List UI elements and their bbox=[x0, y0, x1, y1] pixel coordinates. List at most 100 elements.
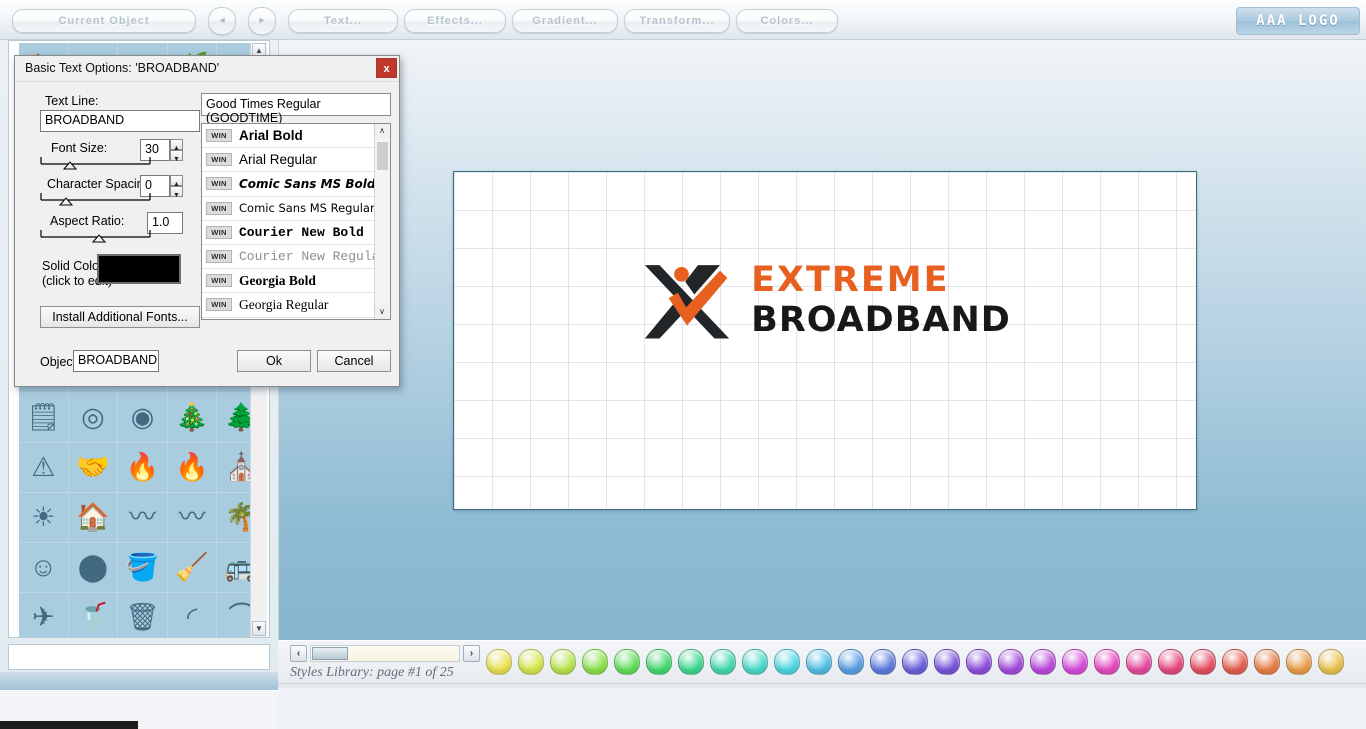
font-list-item[interactable]: WIN Comic Sans MS Bold bbox=[202, 172, 390, 197]
pager-thumb[interactable] bbox=[312, 647, 348, 660]
pager-track[interactable] bbox=[310, 645, 460, 662]
pager-next-button[interactable]: › bbox=[463, 645, 480, 662]
font-list-item-label: Georgia Bold bbox=[239, 272, 316, 288]
shape-name-input[interactable] bbox=[8, 644, 270, 670]
close-icon[interactable]: x bbox=[376, 58, 397, 78]
next-object-button[interactable]: ► bbox=[248, 7, 276, 35]
color-swatch[interactable] bbox=[902, 649, 928, 675]
color-swatch[interactable] bbox=[1286, 649, 1312, 675]
color-swatch[interactable] bbox=[1318, 649, 1344, 675]
shape-cell[interactable]: ◎ bbox=[68, 393, 119, 443]
prev-object-button[interactable]: ◄ bbox=[208, 7, 236, 35]
color-swatch[interactable] bbox=[1158, 649, 1184, 675]
design-canvas[interactable]: EXTREME BROADBAND bbox=[453, 171, 1197, 510]
font-scroll-thumb[interactable] bbox=[377, 142, 388, 170]
cancel-button[interactable]: Cancel bbox=[317, 350, 391, 372]
toolbar-button-transform[interactable]: Transform... bbox=[624, 9, 730, 33]
shape-cell[interactable]: ✈ bbox=[19, 593, 69, 637]
dialog-title-bar[interactable]: Basic Text Options: 'BROADBAND' x bbox=[15, 56, 399, 82]
color-swatch[interactable] bbox=[646, 649, 672, 675]
color-swatch[interactable] bbox=[1094, 649, 1120, 675]
text-line-input[interactable]: BROADBAND bbox=[40, 110, 200, 132]
font-list-item[interactable]: WIN Courier New Bold bbox=[202, 221, 390, 245]
color-swatch[interactable] bbox=[582, 649, 608, 675]
shape-cell[interactable]: ⚠ bbox=[19, 443, 69, 493]
shape-cell[interactable]: 🔥 bbox=[167, 443, 218, 493]
font-list-item[interactable]: WIN Georgia Bold bbox=[202, 269, 390, 294]
aspect-ratio-label: Aspect Ratio: bbox=[50, 214, 125, 228]
shape-cell[interactable]: ◜ bbox=[168, 593, 218, 637]
shape-cell[interactable]: 〰 bbox=[118, 493, 168, 543]
windows-font-tag: WIN bbox=[206, 153, 232, 167]
shape-cell[interactable]: 🥤 bbox=[69, 593, 119, 637]
windows-font-tag: WIN bbox=[206, 225, 232, 239]
font-list[interactable]: WIN Arial Bold WIN Arial Regular WIN Comic Sa… bbox=[201, 123, 391, 320]
shape-cell[interactable]: 🔥 bbox=[118, 443, 168, 493]
shape-cell[interactable]: 🏠 bbox=[68, 493, 119, 543]
color-swatch[interactable] bbox=[486, 649, 512, 675]
font-list-item-label: Courier New Bold bbox=[239, 224, 364, 240]
selected-font-preview[interactable]: Good Times Regular (GOODTIME) bbox=[201, 93, 391, 125]
color-swatch[interactable] bbox=[870, 649, 896, 675]
color-swatch[interactable] bbox=[678, 649, 704, 675]
shape-cell[interactable]: 🗑 bbox=[118, 593, 168, 637]
font-scroll-down-button[interactable]: ∨ bbox=[375, 305, 389, 319]
font-scroll-up-button[interactable]: ∧ bbox=[375, 124, 389, 138]
shape-cell[interactable]: 🗒 bbox=[19, 393, 69, 443]
color-swatch[interactable] bbox=[934, 649, 960, 675]
color-swatch[interactable] bbox=[1062, 649, 1088, 675]
styles-library-pager[interactable]: ‹ › bbox=[290, 645, 480, 663]
shape-cell[interactable]: 🪣 bbox=[118, 543, 168, 593]
font-list-item[interactable]: WIN Arial Bold bbox=[202, 124, 390, 149]
shape-cell[interactable]: ⬤ bbox=[68, 543, 119, 593]
color-swatch[interactable] bbox=[1126, 649, 1152, 675]
color-swatch[interactable] bbox=[966, 649, 992, 675]
logo-artwork[interactable]: EXTREME BROADBAND bbox=[464, 250, 1188, 350]
toolbar-button-effects[interactable]: Effects... bbox=[404, 9, 506, 33]
color-swatch[interactable] bbox=[742, 649, 768, 675]
basic-text-options-dialog[interactable]: Basic Text Options: 'BROADBAND' x Text L… bbox=[14, 55, 400, 387]
shape-cell[interactable]: 〰 bbox=[167, 493, 218, 543]
font-list-item[interactable]: WIN Courier New Regular bbox=[202, 245, 390, 270]
font-size-spin-up[interactable]: ▲ bbox=[170, 139, 183, 152]
shapes-scroll-down-button[interactable]: ▼ bbox=[252, 621, 266, 636]
color-swatch[interactable] bbox=[806, 649, 832, 675]
color-swatch[interactable] bbox=[614, 649, 640, 675]
font-list-item-label: Comic Sans MS Bold bbox=[239, 176, 376, 191]
character-spacing-spin-down[interactable]: ▼ bbox=[170, 186, 183, 199]
character-spacing-label: Character Spacing: bbox=[47, 177, 155, 191]
color-swatch[interactable] bbox=[998, 649, 1024, 675]
color-swatch[interactable] bbox=[1222, 649, 1248, 675]
character-spacing-spin-up[interactable]: ▲ bbox=[170, 175, 183, 188]
font-list-scrollbar[interactable]: ∧ ∨ bbox=[374, 124, 390, 319]
color-swatch[interactable] bbox=[710, 649, 736, 675]
color-swatch[interactable] bbox=[1254, 649, 1280, 675]
object-name-input[interactable]: BROADBAND bbox=[73, 350, 159, 372]
font-list-rows[interactable]: WIN Arial Bold WIN Arial Regular WIN Comic Sa… bbox=[202, 124, 390, 318]
toolbar-button-colors[interactable]: Colors... bbox=[736, 9, 838, 33]
aspect-ratio-input[interactable]: 1.0 bbox=[147, 212, 183, 234]
ok-button[interactable]: Ok bbox=[237, 350, 311, 372]
color-swatch[interactable] bbox=[774, 649, 800, 675]
font-size-spin-down[interactable]: ▼ bbox=[170, 150, 183, 163]
toolbar-button-current-object[interactable]: Current Object bbox=[12, 9, 196, 33]
shape-cell[interactable]: ☺ bbox=[19, 543, 69, 593]
color-swatch[interactable] bbox=[518, 649, 544, 675]
font-list-item[interactable]: WIN Comic Sans MS Regular bbox=[202, 197, 390, 221]
color-swatch[interactable] bbox=[1030, 649, 1056, 675]
shape-cell[interactable]: 🤝 bbox=[68, 443, 119, 493]
font-list-item[interactable]: WIN Arial Regular bbox=[202, 148, 390, 173]
font-list-item[interactable]: WIN Georgia Regular bbox=[202, 293, 390, 318]
toolbar-button-gradient[interactable]: Gradient... bbox=[512, 9, 618, 33]
shape-cell[interactable]: ◉ bbox=[118, 393, 168, 443]
shape-cell[interactable]: 🎄 bbox=[167, 393, 218, 443]
color-swatch[interactable] bbox=[550, 649, 576, 675]
solid-color-swatch[interactable] bbox=[97, 254, 181, 284]
color-swatch[interactable] bbox=[1190, 649, 1216, 675]
shape-cell[interactable]: ☀ bbox=[19, 493, 69, 543]
color-swatch[interactable] bbox=[838, 649, 864, 675]
install-fonts-button[interactable]: Install Additional Fonts... bbox=[40, 306, 200, 328]
toolbar-button-text[interactable]: Text... bbox=[288, 9, 398, 33]
shape-cell[interactable]: 🧹 bbox=[167, 543, 218, 593]
pager-prev-button[interactable]: ‹ bbox=[290, 645, 307, 662]
